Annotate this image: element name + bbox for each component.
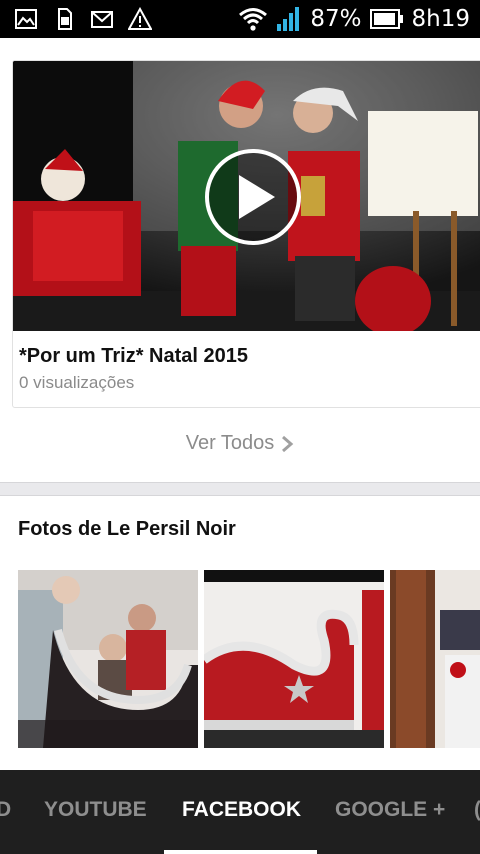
video-title[interactable]: *Por um Triz* Natal 2015 <box>19 345 248 368</box>
tab-partial-left[interactable]: D <box>0 798 11 822</box>
photo-thumbnail[interactable] <box>204 570 384 748</box>
image-icon <box>15 9 37 29</box>
chevron-right-icon <box>282 435 294 452</box>
video-views-count: 0 visualizações <box>19 373 135 392</box>
gmail-icon <box>91 11 113 28</box>
play-icon <box>239 175 275 219</box>
battery-percent: 87% <box>310 6 362 32</box>
battery-icon <box>369 9 403 29</box>
active-tab-indicator <box>164 850 317 854</box>
tab-partial-right[interactable]: ( <box>474 798 480 822</box>
warning-icon <box>128 7 152 30</box>
photos-section-title: Fotos de Le Persil Noir <box>18 518 236 540</box>
see-all-label: Ver Todos <box>185 432 275 454</box>
tab-youtube[interactable]: YOUTUBE <box>44 798 147 822</box>
video-card[interactable]: *Por um Triz* Natal 2015 0 visualizações <box>12 60 480 408</box>
tab-facebook[interactable]: FACEBOOK <box>182 798 301 822</box>
system-status: 87% 8h19 <box>238 4 470 34</box>
notification-icons <box>14 7 152 31</box>
photo-thumbnail[interactable] <box>18 570 198 748</box>
play-button[interactable] <box>205 149 301 245</box>
video-thumbnail[interactable] <box>13 61 480 331</box>
status-bar: 87% 8h19 <box>0 0 480 38</box>
wifi-icon <box>239 8 268 31</box>
section-divider <box>0 482 480 496</box>
tab-bar: D YOUTUBE FACEBOOK GOOGLE + ( <box>0 770 480 854</box>
see-all-link[interactable]: Ver Todos <box>0 432 480 466</box>
signal-icon <box>277 7 300 31</box>
sim-card-icon <box>58 8 72 30</box>
tab-google-plus[interactable]: GOOGLE + <box>335 798 445 822</box>
clock: 8h19 <box>411 6 470 32</box>
photo-thumbnail[interactable] <box>390 570 480 748</box>
